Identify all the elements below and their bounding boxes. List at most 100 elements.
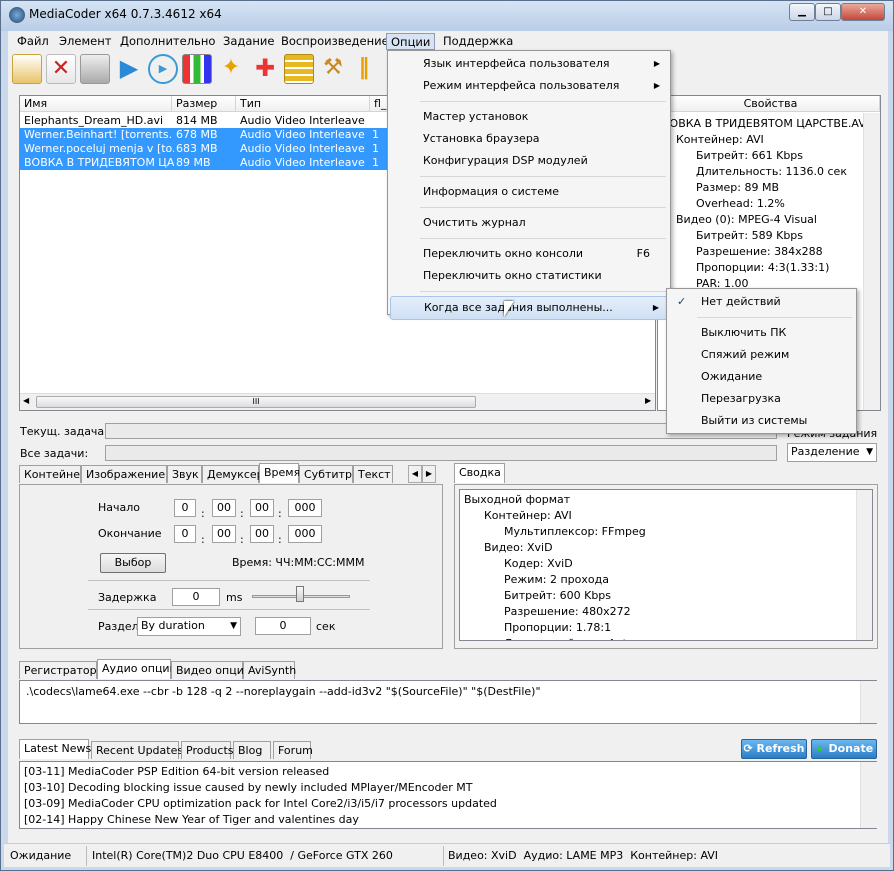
close-button[interactable]: ✕ [841, 3, 885, 21]
delay-input[interactable]: 0 [172, 588, 220, 606]
cell-type: Audio Video Interleave [240, 128, 365, 141]
news-item[interactable]: [03-10] Decoding blocking issue caused b… [24, 780, 497, 796]
delay-slider-thumb[interactable] [296, 586, 304, 602]
options-tab-2[interactable]: Видео опции [171, 661, 251, 679]
menu-playback[interactable]: Воспроизведение [277, 33, 393, 50]
news-tab-1[interactable]: Recent Updates [91, 741, 183, 759]
wrench-icon[interactable]: ⚒ [318, 54, 348, 84]
cell-size: 814 MB [176, 114, 218, 127]
remove-file-icon[interactable]: ✕ [46, 54, 76, 84]
options-menu-item[interactable]: Переключить окно консоли F6 [390, 243, 668, 265]
tab-4[interactable]: Время [259, 463, 300, 483]
minimize-button[interactable]: ▁ [789, 3, 815, 21]
title-bar[interactable]: MediaCoder x64 0.7.3.4612 x64 ▁ □ ✕ [1, 1, 893, 31]
tab-scroll-left-icon[interactable]: ◀ [408, 465, 422, 483]
options-tab-3[interactable]: AviSynth [243, 661, 296, 679]
news-item[interactable]: [03-11] MediaCoder PSP Edition 64-bit ve… [24, 764, 497, 780]
menu-task[interactable]: Задание [219, 33, 279, 50]
options-menu-item[interactable]: Режим интерфейса пользователя ▶ [390, 75, 668, 97]
tab-5[interactable]: Субтитр [299, 465, 353, 483]
tab-scroll-right-icon[interactable]: ▶ [422, 465, 436, 483]
table-row[interactable]: Werner.poceluj menja v [to... 683 MB Audio… [20, 142, 390, 156]
options-tab-1[interactable]: Аудио опции [97, 659, 177, 679]
options-menu-item[interactable]: Информация о системе [390, 181, 668, 203]
menu-extra[interactable]: Дополнительно [116, 33, 219, 50]
pause-icon[interactable]: ‖ [352, 54, 376, 84]
scroll-left-icon[interactable]: ◀ [23, 396, 29, 405]
maximize-button[interactable]: □ [815, 3, 841, 21]
scroll-right-icon[interactable]: ▶ [645, 396, 651, 405]
options-menu-item[interactable]: Когда все задания выполнены... ▶ [390, 296, 668, 320]
tab-summary[interactable]: Сводка [454, 463, 505, 483]
table-row[interactable]: Werner.Beinhart! [torrents. 678 MB Audio V… [20, 128, 390, 142]
news-tab-0[interactable]: Latest News [19, 739, 91, 759]
menu-support[interactable]: Поддержка [439, 33, 517, 50]
options-menu-item[interactable]: Мастер установок [390, 106, 668, 128]
start-hours[interactable]: 0 [174, 499, 196, 517]
end-millis[interactable]: 000 [288, 525, 322, 543]
command-line-box[interactable]: .\codecs\lame64.exe --cbr -b 128 -q 2 --… [19, 680, 877, 724]
submenu-item[interactable]: Выйти из системы [669, 410, 854, 432]
split-mode-select[interactable]: By duration ▼ [137, 617, 241, 636]
horizontal-scrollbar[interactable]: ◀ III ▶ [20, 393, 655, 410]
options-menu-item[interactable]: Конфигурация DSP модулей [390, 150, 668, 172]
chart-icon[interactable] [182, 54, 212, 84]
submenu-item[interactable]: Спяжий режим [669, 344, 854, 366]
news-tab-2[interactable]: Products [181, 741, 234, 759]
end-label: Окончание [98, 527, 162, 540]
add-file-icon[interactable] [12, 54, 42, 84]
start-minutes[interactable]: 00 [212, 499, 236, 517]
end-hours[interactable]: 0 [174, 525, 196, 543]
news-item[interactable]: [03-09] MediaCoder CPU optimization pack… [24, 796, 497, 812]
table-row[interactable]: Elephants_Dream_HD.avi 814 MB Audio Video … [20, 114, 390, 128]
column-header-name[interactable]: Имя [20, 96, 172, 112]
news-tab-4[interactable]: Forum [273, 741, 313, 759]
command-scrollbar[interactable] [860, 681, 877, 723]
submenu-item[interactable]: Перезагрузка [669, 388, 854, 410]
options-menu-item[interactable]: Установка браузера [390, 128, 668, 150]
submenu-item[interactable]: Ожидание [669, 366, 854, 388]
tab-0[interactable]: Контейнер [19, 465, 87, 483]
start-millis[interactable]: 000 [288, 499, 322, 517]
puzzle-icon[interactable]: ✚ [250, 54, 280, 84]
properties-scrollbar[interactable] [863, 113, 880, 410]
tab-1[interactable]: Изображение [81, 465, 167, 483]
menu-file[interactable]: Файл [13, 33, 53, 50]
end-minutes[interactable]: 00 [212, 525, 236, 543]
table-row[interactable]: ВОВКА В ТРИДЕВЯТОМ ЦА... 89 MB Audio Video… [20, 156, 390, 170]
summary-line: Деинтерлейсинг: Auto [460, 636, 646, 640]
list-icon[interactable] [284, 54, 314, 84]
news-box: [03-11] MediaCoder PSP Edition 64-bit ve… [19, 761, 877, 829]
scroll-thumb[interactable]: III [36, 396, 476, 408]
play-icon[interactable]: ▶ [114, 54, 144, 84]
column-header-size[interactable]: Размер [172, 96, 236, 112]
tab-2[interactable]: Звук [167, 465, 202, 483]
summary-scrollbar[interactable] [856, 490, 872, 640]
menu-options[interactable]: Опции [386, 33, 436, 50]
options-menu-item[interactable]: Язык интерфейса пользователя ▶ [390, 53, 668, 75]
trash-icon[interactable] [80, 54, 110, 84]
summary-line: Кодер: XviD [504, 557, 573, 570]
preview-icon[interactable]: ▶ [148, 54, 178, 84]
column-header-type[interactable]: Тип [236, 96, 370, 112]
end-seconds[interactable]: 00 [250, 525, 274, 543]
submenu-item[interactable]: Выключить ПК [669, 322, 854, 344]
wizard-icon[interactable]: ✦ [216, 54, 246, 84]
news-tab-3[interactable]: Blog [233, 741, 271, 759]
menu-item[interactable]: Элемент [55, 33, 115, 50]
tab-6[interactable]: Текст [353, 465, 393, 483]
summary-line: Пропорции: 1.78:1 [504, 621, 612, 634]
options-tab-0[interactable]: Регистратор [19, 661, 97, 679]
split-value-input[interactable]: 0 [255, 617, 311, 635]
options-menu-item[interactable]: Переключить окно статистики [390, 265, 668, 287]
news-scrollbar[interactable] [860, 762, 877, 828]
refresh-button[interactable]: ⟳ Refresh [741, 739, 807, 759]
select-button[interactable]: Выбор [100, 553, 166, 573]
options-menu-item[interactable]: Очистить журнал [390, 212, 668, 234]
start-seconds[interactable]: 00 [250, 499, 274, 517]
submenu-item[interactable]: ✓ Нет действий [669, 291, 854, 313]
post-task-select[interactable]: Разделение ▼ [787, 443, 877, 462]
tab-3[interactable]: Демуксер [202, 465, 264, 483]
news-item[interactable]: [02-14] Happy Chinese New Year of Tiger … [24, 812, 497, 828]
donate-button[interactable]: ★ Donate [811, 739, 877, 759]
